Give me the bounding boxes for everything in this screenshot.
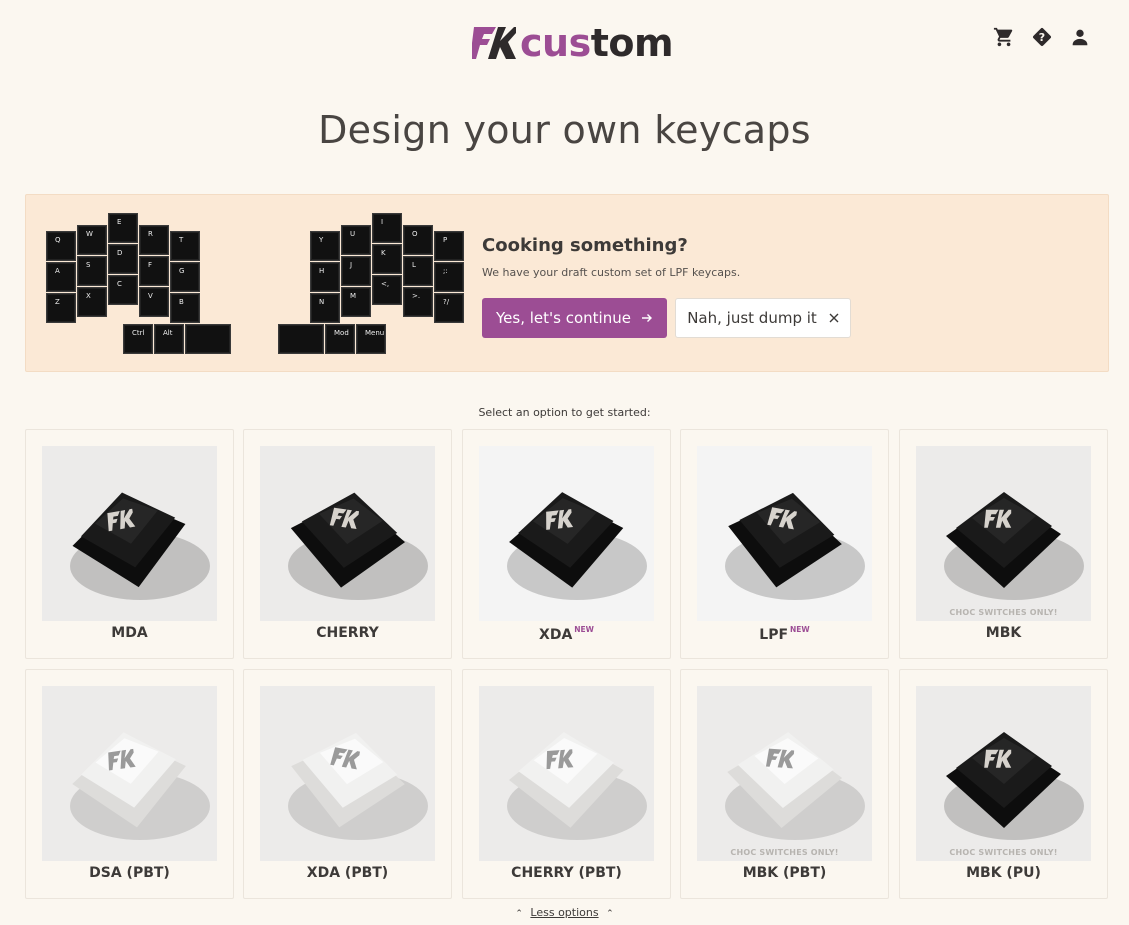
- keycap-photo: [260, 446, 435, 621]
- draft-key: Menu: [356, 324, 386, 354]
- draft-key: S: [77, 256, 107, 286]
- site-header: custom ?: [0, 0, 1129, 88]
- draft-key: C: [108, 275, 138, 305]
- keycap-option-label: XDA NEW: [539, 625, 594, 643]
- keycap-option-card[interactable]: XDA (PBT): [243, 669, 452, 899]
- draft-key: Mod: [325, 324, 355, 354]
- keycap-photo: CHOC SWITCHES ONLY!: [916, 686, 1091, 861]
- draft-key: R: [139, 225, 169, 255]
- keycap-photo: [42, 446, 217, 621]
- select-option-hint: Select an option to get started:: [478, 406, 651, 419]
- svg-text:?: ?: [1039, 31, 1045, 44]
- draft-key: I: [372, 213, 402, 243]
- draft-key: >.: [403, 287, 433, 317]
- draft-key: L: [403, 256, 433, 286]
- draft-key: Ctrl: [123, 324, 153, 354]
- close-icon: [829, 313, 839, 323]
- draft-key: H: [310, 262, 340, 292]
- keycap-option-card[interactable]: CHERRY (PBT): [462, 669, 671, 899]
- draft-key: O: [403, 225, 433, 255]
- keycap-option-card[interactable]: CHOC SWITCHES ONLY! MBK: [899, 429, 1108, 659]
- draft-key: ?/: [434, 293, 464, 323]
- keycap-photo: [42, 686, 217, 861]
- keycap-option-card[interactable]: CHOC SWITCHES ONLY! MBK (PU): [899, 669, 1108, 899]
- keycap-option-card[interactable]: XDA NEW: [462, 429, 671, 659]
- draft-title: Cooking something?: [482, 235, 688, 256]
- keycap-option-label: CHERRY: [316, 625, 379, 641]
- logo-text: custom: [520, 21, 674, 65]
- keycap-option-card[interactable]: LPF NEW: [680, 429, 889, 659]
- draft-key: E: [108, 213, 138, 243]
- keycap-option-label: DSA (PBT): [89, 865, 170, 881]
- keycap-option-label: MBK (PBT): [742, 865, 827, 881]
- draft-key: [185, 324, 231, 354]
- draft-banner: Q W E R T A S D F G Z X C V B Ctrl Alt Y U I O P H J K L;: N M <, >.…: [25, 194, 1109, 372]
- draft-subtitle: We have your draft custom set of LPF key…: [482, 266, 741, 279]
- keycap-option-label: MDA: [111, 625, 148, 641]
- draft-key: K: [372, 244, 402, 274]
- logo-mark-icon: [472, 27, 516, 59]
- draft-key: M: [341, 287, 371, 317]
- draft-key: Z: [46, 293, 76, 323]
- draft-key: T: [170, 231, 200, 261]
- draft-key: B: [170, 293, 200, 323]
- keycap-photo: CHOC SWITCHES ONLY!: [697, 686, 872, 861]
- draft-key: <,: [372, 275, 402, 305]
- chevron-up-icon: ⌃: [606, 909, 614, 919]
- brand-logo[interactable]: custom: [472, 21, 674, 65]
- keycap-option-card[interactable]: DSA (PBT): [25, 669, 234, 899]
- new-badge: NEW: [790, 625, 810, 634]
- draft-key: P: [434, 231, 464, 261]
- keycap-photo: CHOC SWITCHES ONLY!: [916, 446, 1091, 621]
- keycap-option-label: LPF NEW: [759, 625, 810, 643]
- draft-key: G: [170, 262, 200, 292]
- draft-key: A: [46, 262, 76, 292]
- continue-draft-button[interactable]: Yes, let's continue: [482, 298, 667, 338]
- help-icon[interactable]: ?: [1031, 26, 1053, 48]
- keycap-option-label: XDA (PBT): [306, 865, 389, 881]
- keycap-photo: [479, 686, 654, 861]
- choc-only-notice: CHOC SWITCHES ONLY!: [949, 848, 1058, 857]
- less-options-toggle[interactable]: ⌃ Less options ⌃: [0, 906, 1129, 919]
- draft-key: Alt: [154, 324, 184, 354]
- draft-key: [278, 324, 324, 354]
- choc-only-notice: CHOC SWITCHES ONLY!: [949, 608, 1058, 617]
- draft-key: D: [108, 244, 138, 274]
- new-badge: NEW: [574, 625, 594, 634]
- arrow-right-icon: [641, 314, 652, 322]
- draft-key: W: [77, 225, 107, 255]
- dump-draft-button[interactable]: Nah, just dump it: [675, 298, 851, 338]
- chevron-up-icon: ⌃: [515, 909, 523, 919]
- less-options-link[interactable]: Less options: [530, 906, 598, 919]
- keycap-photo: [479, 446, 654, 621]
- draft-key: U: [341, 225, 371, 255]
- keycap-option-card[interactable]: CHERRY: [243, 429, 452, 659]
- continue-draft-label: Yes, let's continue: [496, 309, 631, 327]
- draft-key: F: [139, 256, 169, 286]
- draft-key: X: [77, 287, 107, 317]
- draft-key: J: [341, 256, 371, 286]
- draft-key: V: [139, 287, 169, 317]
- draft-key: Q: [46, 231, 76, 261]
- account-icon[interactable]: [1069, 26, 1091, 48]
- keycap-option-label: CHERRY (PBT): [511, 865, 622, 881]
- dump-draft-label: Nah, just dump it: [687, 309, 817, 327]
- draft-key: ;:: [434, 262, 464, 292]
- page-title: Design your own keycaps: [318, 108, 811, 152]
- keycap-photo: [260, 686, 435, 861]
- cart-icon[interactable]: [993, 26, 1015, 48]
- keycap-option-label: MBK: [985, 625, 1022, 641]
- draft-key: N: [310, 293, 340, 323]
- keycap-photo: [697, 446, 872, 621]
- draft-key: Y: [310, 231, 340, 261]
- choc-only-notice: CHOC SWITCHES ONLY!: [730, 848, 839, 857]
- keycap-option-card[interactable]: MDA: [25, 429, 234, 659]
- keycap-option-label: MBK (PU): [966, 865, 1041, 881]
- keycap-option-card[interactable]: CHOC SWITCHES ONLY! MBK (PBT): [680, 669, 889, 899]
